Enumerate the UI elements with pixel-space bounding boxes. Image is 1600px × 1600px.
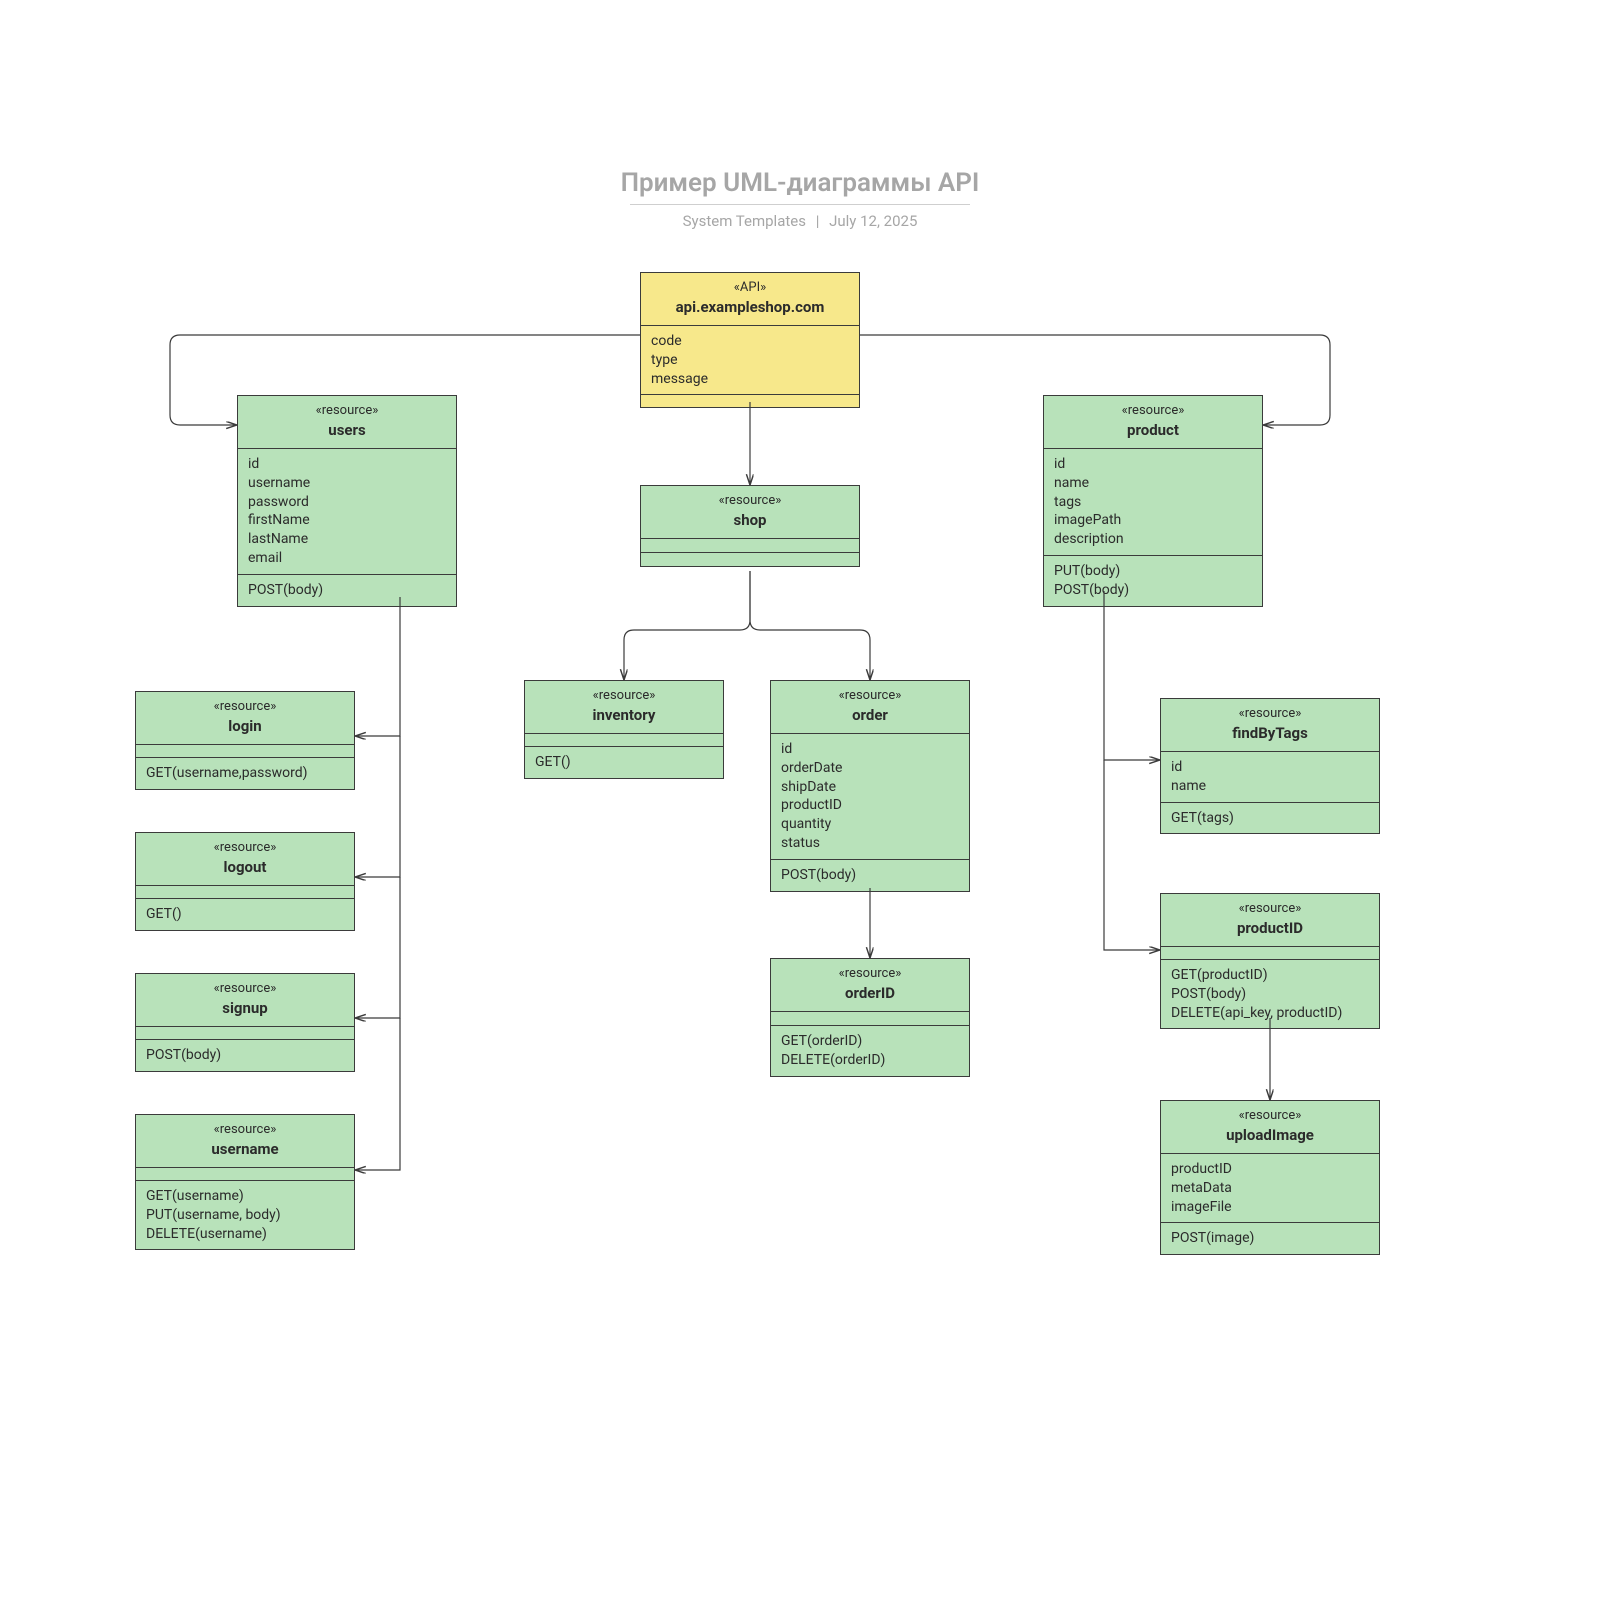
node-order[interactable]: «resource» order id orderDate shipDate p…: [770, 680, 970, 892]
product-attr: id: [1054, 455, 1252, 474]
order-stereotype: «resource»: [781, 687, 959, 705]
subtitle-separator: |: [816, 212, 820, 230]
orderid-op: GET(orderID): [781, 1032, 959, 1051]
findbytags-attr: name: [1171, 777, 1369, 796]
inventory-stereotype: «resource»: [535, 687, 713, 705]
username-op: GET(username): [146, 1187, 344, 1206]
findbytags-op: GET(tags): [1171, 809, 1369, 828]
api-attr: message: [651, 370, 849, 389]
users-attr: password: [248, 493, 446, 512]
username-op: PUT(username, body): [146, 1206, 344, 1225]
shop-stereotype: «resource»: [651, 492, 849, 510]
title-underline: [630, 204, 970, 205]
order-attr: status: [781, 834, 959, 853]
diagram-subtitle: System Templates | July 12, 2025: [0, 212, 1600, 230]
users-attr: email: [248, 549, 446, 568]
users-name: users: [248, 420, 446, 440]
uploadimage-attr: metaData: [1171, 1179, 1369, 1198]
login-op: GET(username,password): [146, 764, 344, 783]
productid-op: DELETE(api_key, productID): [1171, 1004, 1369, 1023]
signup-op: POST(body): [146, 1046, 344, 1065]
username-name: username: [146, 1139, 344, 1159]
node-login[interactable]: «resource» login GET(username,password): [135, 691, 355, 790]
users-attr: id: [248, 455, 446, 474]
order-attr: productID: [781, 796, 959, 815]
api-attr: type: [651, 351, 849, 370]
inventory-op: GET(): [535, 753, 713, 772]
users-attr: username: [248, 474, 446, 493]
order-attr: shipDate: [781, 778, 959, 797]
users-op: POST(body): [248, 581, 446, 600]
username-op: DELETE(username): [146, 1225, 344, 1244]
diagram-title: Пример UML-диаграммы API: [0, 168, 1600, 198]
node-orderid[interactable]: «resource» orderID GET(orderID) DELETE(o…: [770, 958, 970, 1077]
productid-name: productID: [1171, 918, 1369, 938]
node-logout[interactable]: «resource» logout GET(): [135, 832, 355, 931]
api-name: api.exampleshop.com: [651, 297, 849, 317]
node-users[interactable]: «resource» users id username password fi…: [237, 395, 457, 607]
orderid-name: orderID: [781, 983, 959, 1003]
shop-name: shop: [651, 510, 849, 530]
orderid-stereotype: «resource»: [781, 965, 959, 983]
productid-stereotype: «resource»: [1171, 900, 1369, 918]
product-attr: tags: [1054, 493, 1252, 512]
findbytags-stereotype: «resource»: [1171, 705, 1369, 723]
username-stereotype: «resource»: [146, 1121, 344, 1139]
users-stereotype: «resource»: [248, 402, 446, 420]
product-attr: description: [1054, 530, 1252, 549]
product-name: product: [1054, 420, 1252, 440]
order-op: POST(body): [781, 866, 959, 885]
productid-op: POST(body): [1171, 985, 1369, 1004]
productid-op: GET(productID): [1171, 966, 1369, 985]
uploadimage-name: uploadImage: [1171, 1125, 1369, 1145]
api-stereotype: «API»: [651, 279, 849, 297]
node-api[interactable]: «API» api.exampleshop.com code type mess…: [640, 272, 860, 408]
product-op: POST(body): [1054, 581, 1252, 600]
uploadimage-stereotype: «resource»: [1171, 1107, 1369, 1125]
node-uploadimage[interactable]: «resource» uploadImage productID metaDat…: [1160, 1100, 1380, 1255]
node-shop[interactable]: «resource» shop: [640, 485, 860, 567]
uploadimage-attr: productID: [1171, 1160, 1369, 1179]
product-attr: imagePath: [1054, 511, 1252, 530]
uploadimage-attr: imageFile: [1171, 1198, 1369, 1217]
signup-stereotype: «resource»: [146, 980, 344, 998]
node-inventory[interactable]: «resource» inventory GET(): [524, 680, 724, 779]
subtitle-author: System Templates: [683, 212, 806, 230]
logout-name: logout: [146, 857, 344, 877]
order-attr: orderDate: [781, 759, 959, 778]
logout-op: GET(): [146, 905, 344, 924]
findbytags-attr: id: [1171, 758, 1369, 777]
product-stereotype: «resource»: [1054, 402, 1252, 420]
orderid-op: DELETE(orderID): [781, 1051, 959, 1070]
node-product[interactable]: «resource» product id name tags imagePat…: [1043, 395, 1263, 607]
order-attr: id: [781, 740, 959, 759]
order-attr: quantity: [781, 815, 959, 834]
order-name: order: [781, 705, 959, 725]
inventory-name: inventory: [535, 705, 713, 725]
node-username[interactable]: «resource» username GET(username) PUT(us…: [135, 1114, 355, 1250]
subtitle-date: July 12, 2025: [829, 212, 917, 230]
login-stereotype: «resource»: [146, 698, 344, 716]
node-productid[interactable]: «resource» productID GET(productID) POST…: [1160, 893, 1380, 1029]
users-attr: firstName: [248, 511, 446, 530]
signup-name: signup: [146, 998, 344, 1018]
login-name: login: [146, 716, 344, 736]
node-signup[interactable]: «resource» signup POST(body): [135, 973, 355, 1072]
node-findbytags[interactable]: «resource» findByTags id name GET(tags): [1160, 698, 1380, 834]
api-attr: code: [651, 332, 849, 351]
users-attr: lastName: [248, 530, 446, 549]
product-op: PUT(body): [1054, 562, 1252, 581]
uploadimage-op: POST(image): [1171, 1229, 1369, 1248]
logout-stereotype: «resource»: [146, 839, 344, 857]
findbytags-name: findByTags: [1171, 723, 1369, 743]
product-attr: name: [1054, 474, 1252, 493]
